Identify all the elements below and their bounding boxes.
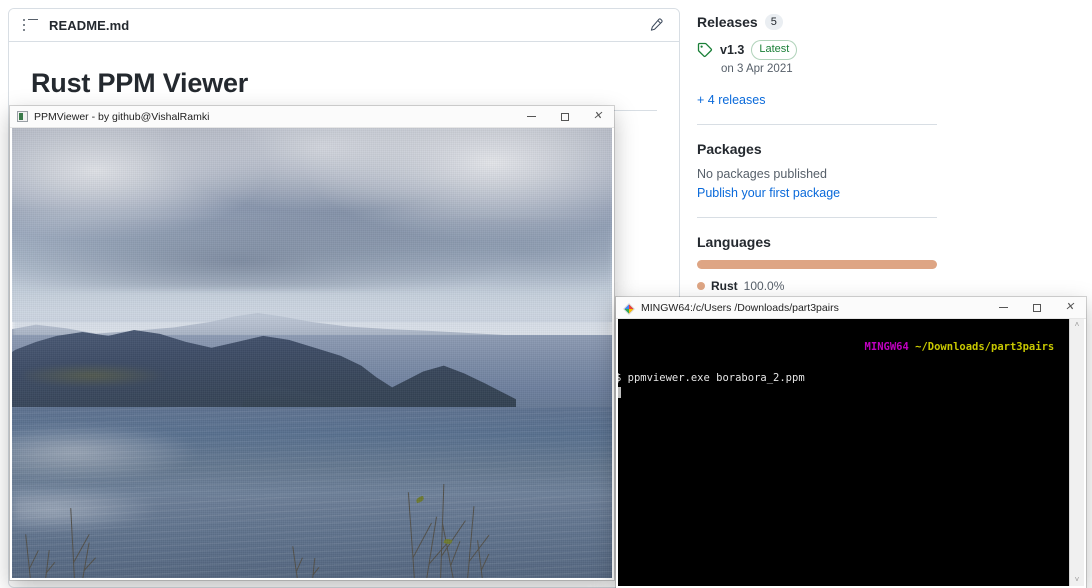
releases-section: Releases 5 v1.3 Latest on 3 Apr 2021 + 4… — [697, 14, 937, 109]
sidebar-divider-2 — [697, 216, 937, 218]
repo-sidebar: Releases 5 v1.3 Latest on 3 Apr 2021 + 4… — [697, 14, 937, 297]
git-bash-icon — [623, 302, 635, 315]
releases-count: 5 — [764, 14, 783, 31]
latest-release-row[interactable]: v1.3 Latest — [697, 40, 937, 60]
terminal-title: MINGW64:/c/Users /Downloads/part3pairs — [641, 301, 839, 314]
photo-island-foliage — [24, 362, 192, 389]
readme-filename: README.md — [49, 17, 130, 33]
languages-section: Languages Rust 100.0% — [697, 234, 937, 293]
terminal-output[interactable]: MINGW64 ~/Downloads/part3pairs $ ppmview… — [618, 319, 1069, 586]
mingw64-terminal-window[interactable]: MINGW64:/c/Users /Downloads/part3pairs ✕… — [616, 297, 1086, 588]
release-date: on 3 Apr 2021 — [721, 62, 793, 75]
packages-empty-text: No packages published — [697, 166, 827, 181]
pencil-icon[interactable] — [645, 15, 665, 35]
minimize-button[interactable] — [987, 297, 1020, 318]
language-percent: 100.0% — [743, 278, 785, 293]
readme-header-left: README.md — [23, 18, 129, 33]
terminal-titlebar[interactable]: MINGW64:/c/Users /Downloads/part3pairs ✕ — [616, 297, 1086, 319]
language-name: Rust — [711, 278, 738, 293]
terminal-body[interactable]: MINGW64 ~/Downloads/part3pairs $ ppmview… — [618, 319, 1084, 586]
language-color-dot — [697, 281, 705, 290]
status-badge: Latest — [751, 40, 798, 60]
releases-heading: Releases 5 — [697, 14, 937, 31]
borabora-photo — [12, 128, 612, 578]
image-app-icon — [17, 111, 28, 122]
language-legend-rust[interactable]: Rust 100.0% — [697, 279, 937, 293]
terminal-prompt-host: MINGW64 — [864, 341, 909, 354]
list-unordered-icon[interactable] — [23, 18, 38, 32]
tag-icon — [697, 42, 713, 58]
terminal-prompt-line: MINGW64 ~/Downloads/part3pairs — [618, 325, 1069, 371]
languages-heading: Languages — [697, 234, 937, 250]
ppm-image-canvas — [12, 128, 612, 578]
readme-header: README.md — [9, 9, 679, 42]
photo-near-sea-sheen — [12, 488, 216, 542]
more-releases-link[interactable]: + 4 releases — [697, 93, 765, 107]
terminal-cursor — [618, 386, 621, 398]
languages-title: Languages — [697, 233, 771, 250]
maximize-button[interactable] — [548, 106, 581, 127]
releases-title: Releases — [697, 14, 758, 31]
close-button[interactable]: ✕ — [1053, 297, 1086, 318]
terminal-command-line: $ ppmviewer.exe borabora_2.ppm — [618, 371, 805, 384]
terminal-caret-line — [618, 386, 1069, 401]
terminal-prompt-path: ~/Downloads/part3pairs — [915, 341, 1055, 354]
ppmviewer-titlebar[interactable]: PPMViewer - by github@VishalRamki ✕ — [10, 106, 614, 128]
packages-section: Packages No packages published Publish y… — [697, 141, 937, 202]
publish-package-link[interactable]: Publish your first package — [697, 186, 840, 200]
photo-dark-cloud — [12, 218, 612, 290]
minimize-button[interactable] — [515, 106, 548, 127]
sidebar-divider-1 — [697, 123, 937, 125]
ppmviewer-window-controls: ✕ — [515, 106, 614, 127]
terminal-window-controls: ✕ — [987, 297, 1086, 318]
packages-title: Packages — [697, 140, 762, 157]
language-bar-segment-rust[interactable] — [697, 259, 937, 269]
ppmviewer-window[interactable]: PPMViewer - by github@VishalRamki ✕ — [10, 106, 614, 580]
language-bar — [697, 259, 937, 269]
screen-root: README.md Rust PPM Viewer Lorem ipsum do… — [0, 0, 1092, 588]
photo-sea-sheen — [12, 416, 276, 488]
ppmviewer-title: PPMViewer - by github@VishalRamki — [34, 110, 210, 123]
close-button[interactable]: ✕ — [581, 106, 614, 127]
packages-heading: Packages — [697, 141, 937, 157]
page-title: Rust PPM Viewer — [31, 68, 249, 98]
maximize-button[interactable] — [1020, 297, 1053, 318]
scroll-up-icon[interactable]: ˄ — [1075, 321, 1080, 329]
scroll-down-icon[interactable]: ˅ — [1075, 576, 1080, 584]
terminal-scrollbar[interactable]: ˄ ˅ — [1069, 319, 1084, 586]
release-version: v1.3 — [720, 43, 745, 58]
